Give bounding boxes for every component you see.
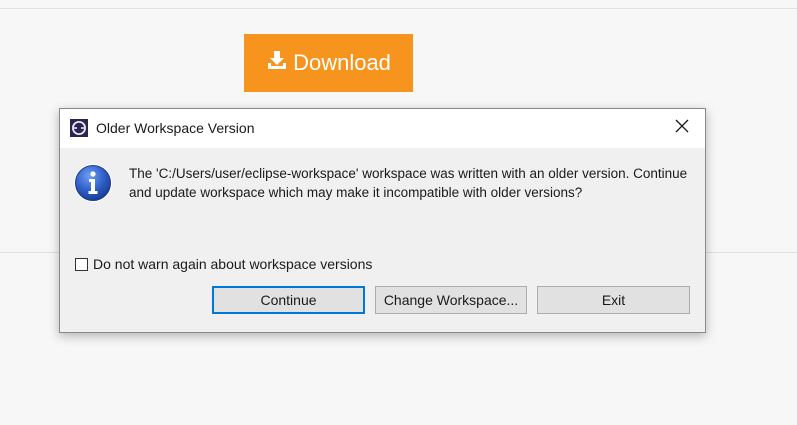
dialog-title: Older Workspace Version bbox=[96, 120, 255, 136]
dont-warn-checkbox[interactable] bbox=[75, 257, 88, 271]
close-button[interactable] bbox=[665, 114, 699, 142]
download-icon bbox=[266, 49, 293, 77]
older-workspace-dialog: Older Workspace Version The 'C:/Users/us… bbox=[59, 108, 706, 333]
continue-button[interactable]: Continue bbox=[212, 286, 365, 314]
change-workspace-button[interactable]: Change Workspace... bbox=[375, 286, 527, 314]
exit-button[interactable]: Exit bbox=[537, 286, 690, 314]
dont-warn-label: Do not warn again about workspace versio… bbox=[93, 256, 373, 272]
download-label: Download bbox=[293, 50, 391, 75]
dialog-message: The 'C:/Users/user/eclipse-workspace' wo… bbox=[129, 166, 688, 200]
page: Download Older Workspace Version The 'C:… bbox=[0, 0, 797, 425]
top-divider bbox=[0, 8, 797, 9]
info-icon bbox=[73, 163, 113, 203]
close-icon bbox=[675, 119, 689, 138]
dialog-titlebar: Older Workspace Version bbox=[60, 109, 705, 148]
eclipse-icon bbox=[70, 119, 88, 137]
dont-warn-checkbox-row[interactable]: Do not warn again about workspace versio… bbox=[75, 256, 372, 272]
download-button[interactable]: Download bbox=[244, 34, 413, 92]
